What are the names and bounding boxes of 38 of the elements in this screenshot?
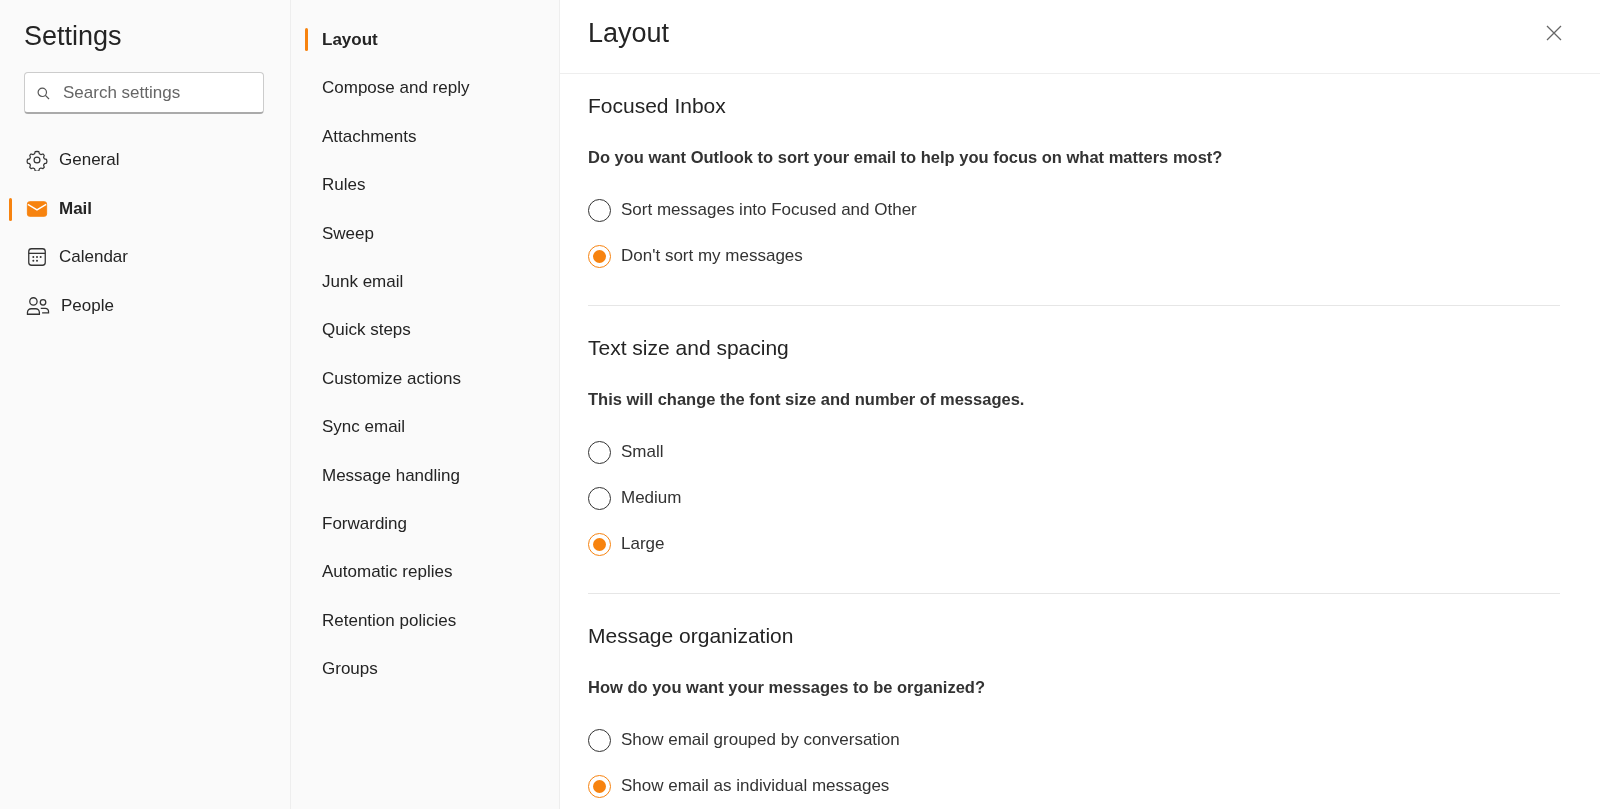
subnav-item[interactable]: Automatic replies xyxy=(291,556,559,605)
radio-label[interactable]: Don't sort my messages xyxy=(621,246,803,266)
subnav-item[interactable]: Customize actions xyxy=(291,362,559,412)
subnav-item[interactable]: Groups xyxy=(291,653,559,702)
subnav-item[interactable]: Message handling xyxy=(291,459,559,508)
gear-icon xyxy=(26,149,48,172)
radio-label[interactable]: Show email as individual messages xyxy=(621,776,890,796)
subnav-item[interactable]: Sync email xyxy=(291,411,559,460)
people-icon xyxy=(26,294,50,317)
subnav-item[interactable]: Layout xyxy=(291,24,559,73)
radio-label[interactable]: Sort messages into Focused and Other xyxy=(621,200,917,220)
settings-title: Settings xyxy=(24,20,123,53)
panel-title: Layout xyxy=(588,18,670,49)
subnav-item[interactable]: Quick steps xyxy=(291,314,559,363)
radio-label[interactable]: Show email grouped by conversation xyxy=(621,730,900,750)
section-question: How do you want your messages to be organized? xyxy=(588,678,986,697)
calendar-icon xyxy=(26,246,48,269)
section-question: Do you want Outlook to sort your email to help you focus on what matters most? xyxy=(588,148,1224,167)
radio-label[interactable]: Large xyxy=(621,534,665,554)
subnav-item[interactable]: Retention policies xyxy=(291,604,559,654)
subnav-item[interactable]: Junk email xyxy=(291,265,559,315)
subnav-item[interactable]: Rules xyxy=(291,169,559,218)
sidebar-item[interactable]: Calendar xyxy=(0,233,290,282)
subnav-item[interactable]: Sweep xyxy=(291,217,559,266)
close-icon[interactable] xyxy=(1546,24,1562,41)
subnav-item[interactable]: Attachments xyxy=(291,120,559,170)
radio-label[interactable]: Medium xyxy=(621,488,682,508)
section-title: Focused Inbox xyxy=(588,93,727,119)
section-title: Message organization xyxy=(588,623,795,649)
subnav-item[interactable]: Forwarding xyxy=(291,507,559,557)
section-question: This will change the font size and number of messages. xyxy=(588,390,1026,409)
sidebar-item[interactable]: General xyxy=(0,136,290,185)
section-title: Text size and spacing xyxy=(588,335,790,361)
subnav-item[interactable]: Compose and reply xyxy=(291,72,559,121)
search-field[interactable]: Search settings xyxy=(24,72,264,114)
sidebar-item[interactable]: Mail xyxy=(0,184,290,233)
sidebar-item[interactable]: People xyxy=(0,281,290,330)
radio-label[interactable]: Small xyxy=(621,442,664,462)
